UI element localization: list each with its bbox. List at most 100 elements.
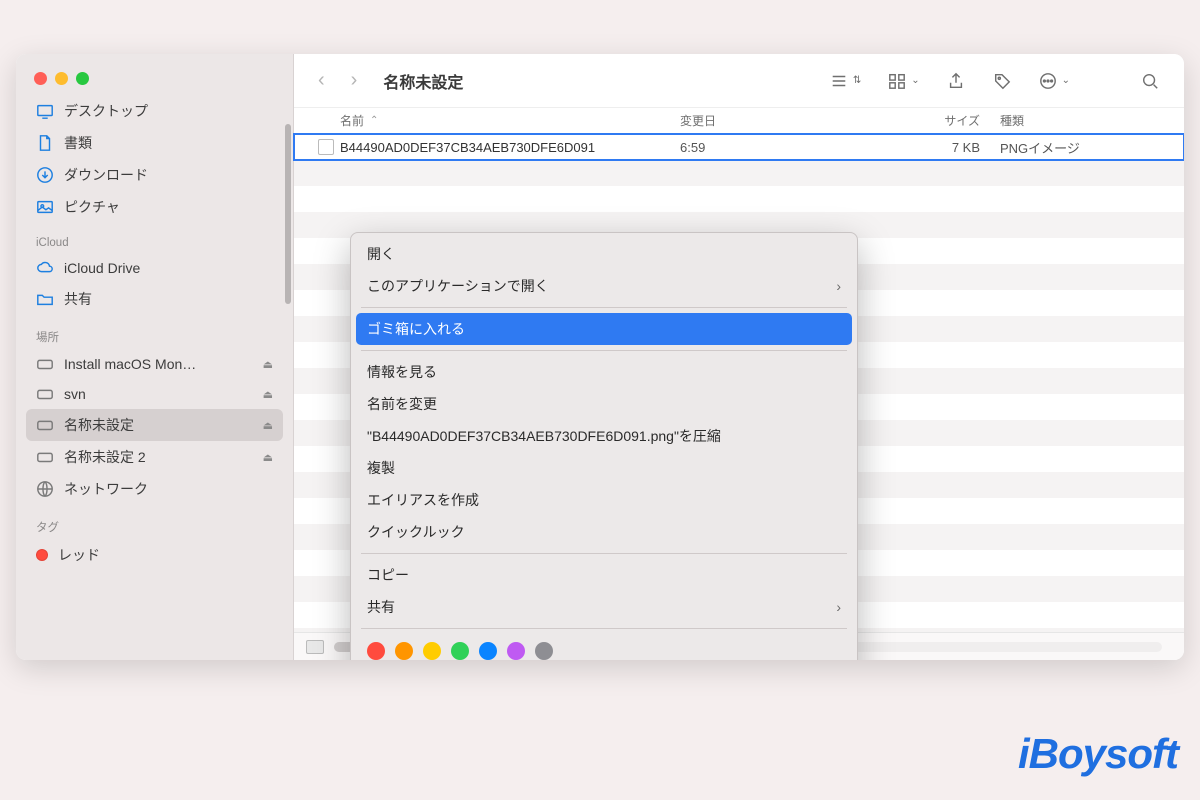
- ctx-separator: [361, 553, 847, 554]
- ctx-share[interactable]: 共有 ›: [351, 591, 857, 623]
- sidebar-item-network[interactable]: ネットワーク: [26, 473, 283, 505]
- search-button[interactable]: [1134, 68, 1166, 94]
- ctx-move-to-trash[interactable]: ゴミ箱に入れる: [356, 313, 852, 345]
- sidebar-item-downloads[interactable]: ダウンロード: [26, 159, 283, 191]
- toolbar: ‹ › 名称未設定 ⇅ ⌄ ⌄: [294, 54, 1184, 108]
- window-controls: [16, 54, 293, 95]
- sidebar-item-label: ネットワーク: [64, 479, 148, 499]
- chevron-down-icon: ⌄: [1062, 75, 1070, 86]
- sidebar-item-label: デスクトップ: [64, 101, 148, 121]
- nav-forward-button[interactable]: ›: [345, 65, 364, 96]
- pictures-icon: [36, 198, 54, 216]
- sidebar-item-label: レッド: [58, 545, 100, 565]
- sidebar-item-pictures[interactable]: ピクチャ: [26, 191, 283, 223]
- file-kind: PNGイメージ: [1000, 138, 1164, 157]
- ctx-label: 名前を変更: [367, 394, 437, 414]
- sidebar-item-tag-red[interactable]: レッド: [26, 539, 283, 571]
- column-header: 名前 ⌃ 変更日 サイズ 種類: [294, 108, 1184, 134]
- chevron-down-icon: ⌄: [911, 75, 919, 86]
- sidebar-item-label: svn: [64, 386, 86, 402]
- ctx-label: 共有: [367, 597, 395, 617]
- file-icon: [318, 139, 334, 155]
- disk-icon: [36, 355, 54, 373]
- column-size[interactable]: サイズ: [880, 112, 1000, 129]
- sidebar-item-icloud-drive[interactable]: iCloud Drive: [26, 253, 283, 283]
- column-kind[interactable]: 種類: [1000, 112, 1164, 129]
- sidebar-item-svn[interactable]: svn ⏏: [26, 379, 283, 409]
- ctx-quick-look[interactable]: クイックルック: [351, 516, 857, 548]
- ctx-copy[interactable]: コピー: [351, 559, 857, 591]
- ctx-rename[interactable]: 名前を変更: [351, 388, 857, 420]
- ctx-label: このアプリケーションで開く: [367, 276, 549, 296]
- ctx-duplicate[interactable]: 複製: [351, 452, 857, 484]
- disk-icon: [36, 416, 54, 434]
- sidebar-section-icloud: iCloud: [26, 223, 283, 253]
- sidebar-item-label: Install macOS Mon…: [64, 356, 196, 372]
- path-disk-icon[interactable]: [306, 640, 324, 654]
- sidebar-item-label: iCloud Drive: [64, 260, 140, 276]
- column-date[interactable]: 変更日: [680, 112, 880, 129]
- chevron-right-icon: ›: [836, 599, 841, 615]
- more-actions-button[interactable]: ⌄: [1032, 68, 1076, 94]
- sidebar-scrollbar[interactable]: [285, 124, 291, 304]
- view-mode-button[interactable]: ⇅: [823, 68, 867, 94]
- group-by-button[interactable]: ⌄: [881, 68, 925, 94]
- file-name: B44490AD0DEF37CB34AEB730DFE6D091: [340, 140, 680, 155]
- tag-color-red[interactable]: [367, 642, 385, 660]
- shared-folder-icon: [36, 290, 54, 308]
- window-title: 名称未設定: [383, 69, 463, 93]
- ctx-label: 複製: [367, 458, 395, 478]
- tag-color-purple[interactable]: [507, 642, 525, 660]
- context-menu: 開く このアプリケーションで開く › ゴミ箱に入れる 情報を見る 名前を変更 "…: [350, 232, 858, 660]
- tag-color-blue[interactable]: [479, 642, 497, 660]
- sidebar-item-untitled-2[interactable]: 名称未設定 2 ⏏: [26, 441, 283, 473]
- sidebar: デスクトップ 書類 ダウンロード ピクチャ iCloud iCloud Driv…: [16, 54, 294, 660]
- sidebar-item-label: ピクチャ: [64, 197, 120, 217]
- ctx-label: 情報を見る: [367, 362, 437, 382]
- file-row[interactable]: B44490AD0DEF37CB34AEB730DFE6D091 6:59 7 …: [294, 134, 1184, 160]
- sort-ascending-icon: ⌃: [370, 115, 378, 126]
- minimize-window-button[interactable]: [55, 72, 68, 85]
- share-button[interactable]: [940, 68, 972, 94]
- tag-color-yellow[interactable]: [423, 642, 441, 660]
- sidebar-item-label: 共有: [64, 289, 92, 309]
- ctx-label: コピー: [367, 565, 409, 585]
- ctx-open[interactable]: 開く: [351, 238, 857, 270]
- eject-icon[interactable]: ⏏: [263, 451, 273, 464]
- sidebar-item-install-macos[interactable]: Install macOS Mon… ⏏: [26, 349, 283, 379]
- tag-button[interactable]: [986, 68, 1018, 94]
- sidebar-item-documents[interactable]: 書類: [26, 127, 283, 159]
- desktop-icon: [36, 102, 54, 120]
- eject-icon[interactable]: ⏏: [263, 419, 273, 432]
- chevron-updown-icon: ⇅: [853, 75, 861, 86]
- ctx-separator: [361, 307, 847, 308]
- sidebar-item-label: 名称未設定: [64, 415, 134, 435]
- ctx-label: クイックルック: [367, 522, 465, 542]
- ctx-get-info[interactable]: 情報を見る: [351, 356, 857, 388]
- finder-window: デスクトップ 書類 ダウンロード ピクチャ iCloud iCloud Driv…: [16, 54, 1184, 660]
- sidebar-item-desktop[interactable]: デスクトップ: [26, 95, 283, 127]
- tag-color-orange[interactable]: [395, 642, 413, 660]
- ctx-make-alias[interactable]: エイリアスを作成: [351, 484, 857, 516]
- ctx-open-with[interactable]: このアプリケーションで開く ›: [351, 270, 857, 302]
- eject-icon[interactable]: ⏏: [263, 388, 273, 401]
- column-name[interactable]: 名前 ⌃: [340, 112, 680, 129]
- file-date: 6:59: [680, 140, 880, 155]
- tag-color-gray[interactable]: [535, 642, 553, 660]
- watermark-logo: iiBoysoftBoysoft: [1018, 730, 1178, 778]
- sidebar-section-locations: 場所: [26, 315, 283, 349]
- sidebar-item-shared[interactable]: 共有: [26, 283, 283, 315]
- sidebar-item-label: ダウンロード: [64, 165, 148, 185]
- eject-icon[interactable]: ⏏: [263, 358, 273, 371]
- ctx-label: 開く: [367, 244, 395, 264]
- nav-back-button[interactable]: ‹: [312, 65, 331, 96]
- sidebar-item-label: 名称未設定 2: [64, 447, 146, 467]
- ctx-compress[interactable]: "B44490AD0DEF37CB34AEB730DFE6D091.png"を圧…: [351, 420, 857, 452]
- ctx-separator: [361, 350, 847, 351]
- close-window-button[interactable]: [34, 72, 47, 85]
- tag-color-green[interactable]: [451, 642, 469, 660]
- disk-icon: [36, 385, 54, 403]
- sidebar-item-untitled[interactable]: 名称未設定 ⏏: [26, 409, 283, 441]
- fullscreen-window-button[interactable]: [76, 72, 89, 85]
- network-icon: [36, 480, 54, 498]
